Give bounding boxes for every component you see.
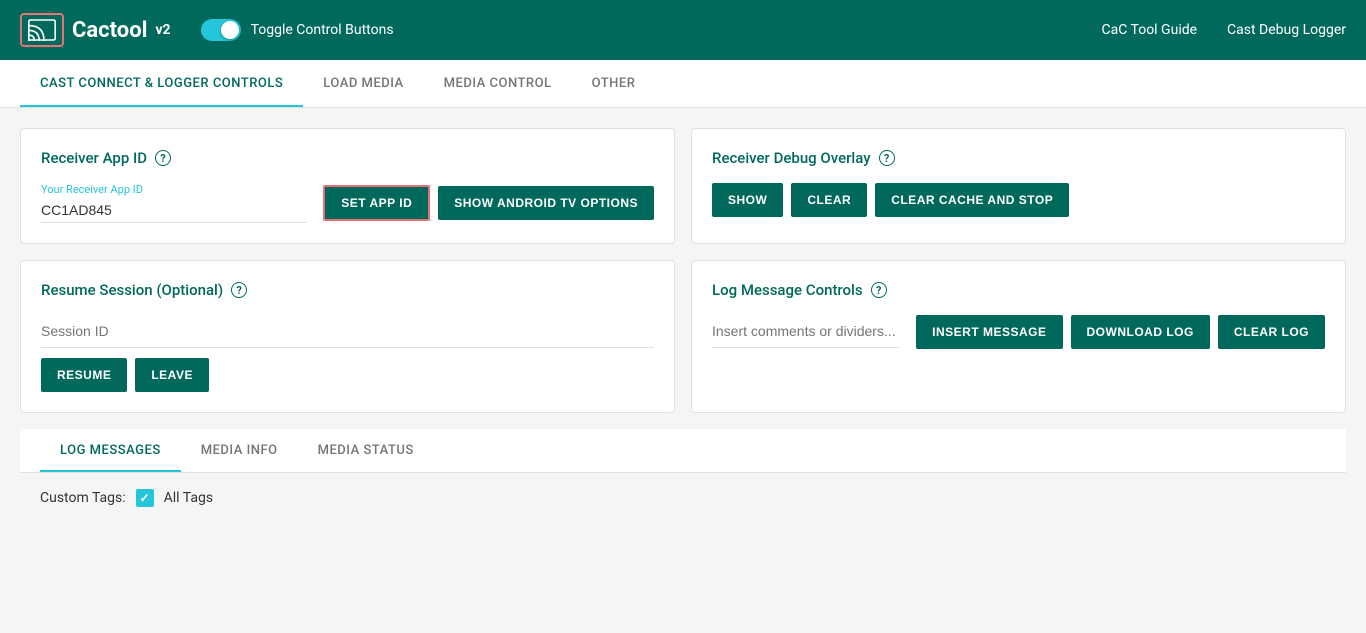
header: Cactool v2 Toggle Control Buttons CaC Too… (0, 0, 1366, 60)
receiver-app-id-help-icon[interactable]: ? (155, 150, 171, 166)
receiver-app-id-input[interactable] (41, 198, 307, 223)
download-log-button[interactable]: DOWNLOAD LOG (1071, 315, 1210, 349)
cac-tool-guide-link[interactable]: CaC Tool Guide (1102, 22, 1198, 38)
tab-other[interactable]: OTHER (572, 60, 656, 107)
logo-text: Cactool (72, 18, 147, 43)
insert-message-button[interactable]: INSERT MESSAGE (916, 315, 1062, 349)
resume-button[interactable]: RESUME (41, 358, 127, 392)
toggle-label: Toggle Control Buttons (251, 22, 394, 38)
tab-cast-connect-logger-controls[interactable]: CAST CONNECT & LOGGER CONTROLS (20, 60, 303, 107)
header-nav: CaC Tool Guide Cast Debug Logger (1102, 22, 1347, 38)
show-android-tv-options-button[interactable]: SHOW ANDROID TV OPTIONS (438, 186, 654, 220)
log-buttons-group: INSERT MESSAGE DOWNLOAD LOG CLEAR LOG (916, 315, 1325, 349)
cast-icon-wrapper[interactable] (20, 13, 64, 47)
top-tabs-bar: CAST CONNECT & LOGGER CONTROLS LOAD MEDI… (0, 60, 1366, 108)
all-tags-label: All Tags (164, 490, 213, 506)
clear-cache-and-stop-button[interactable]: CLEAR CACHE AND STOP (875, 183, 1069, 217)
leave-button[interactable]: LEAVE (135, 358, 209, 392)
set-app-id-button[interactable]: SET APP ID (323, 185, 430, 221)
resume-session-card: Resume Session (Optional) ? RESUME LEAVE (20, 260, 675, 413)
log-message-controls-card: Log Message Controls ? INSERT MESSAGE DO… (691, 260, 1346, 413)
receiver-app-id-card: Receiver App ID ? Your Receiver App ID S… (20, 128, 675, 244)
main-content: Receiver App ID ? Your Receiver App ID S… (0, 108, 1366, 527)
receiver-app-id-input-label: Your Receiver App ID (41, 183, 307, 196)
tab-media-control[interactable]: MEDIA CONTROL (424, 60, 572, 107)
bottom-cards-row: Resume Session (Optional) ? RESUME LEAVE… (20, 260, 1346, 413)
clear-log-button[interactable]: CLEAR LOG (1218, 315, 1325, 349)
session-id-input[interactable] (41, 315, 654, 348)
logo-version: v2 (155, 22, 170, 38)
receiver-app-id-input-group: Your Receiver App ID (41, 183, 307, 223)
receiver-app-id-title: Receiver App ID ? (41, 149, 654, 167)
receiver-debug-help-icon[interactable]: ? (879, 150, 895, 166)
logo: Cactool v2 (20, 13, 171, 47)
tab-log-messages[interactable]: LOG MESSAGES (40, 429, 181, 472)
log-message-controls-title: Log Message Controls ? (712, 281, 1325, 299)
bottom-tabs-bar: LOG MESSAGES MEDIA INFO MEDIA STATUS (20, 429, 1346, 473)
custom-tags-label: Custom Tags: (40, 490, 126, 506)
log-message-inner: INSERT MESSAGE DOWNLOAD LOG CLEAR LOG (712, 315, 1325, 358)
resume-session-help-icon[interactable]: ? (231, 282, 247, 298)
log-input-wrapper (712, 315, 900, 358)
cast-icon (28, 19, 56, 41)
tab-load-media[interactable]: LOAD MEDIA (303, 60, 423, 107)
receiver-app-buttons-group: SET APP ID SHOW ANDROID TV OPTIONS (323, 185, 654, 221)
all-tags-checkbox[interactable] (136, 489, 154, 507)
receiver-app-section: Your Receiver App ID SET APP ID SHOW AND… (41, 183, 654, 223)
tab-media-info[interactable]: MEDIA INFO (181, 429, 298, 472)
log-message-help-icon[interactable]: ? (871, 282, 887, 298)
tab-media-status[interactable]: MEDIA STATUS (298, 429, 434, 472)
toggle-control-buttons[interactable] (201, 19, 241, 41)
show-debug-button[interactable]: SHOW (712, 183, 783, 217)
cast-debug-logger-link[interactable]: Cast Debug Logger (1227, 22, 1346, 38)
receiver-debug-overlay-card: Receiver Debug Overlay ? SHOW CLEAR CLEA… (691, 128, 1346, 244)
top-cards-row: Receiver App ID ? Your Receiver App ID S… (20, 128, 1346, 244)
debug-buttons-group: SHOW CLEAR CLEAR CACHE AND STOP (712, 183, 1325, 217)
receiver-debug-overlay-title: Receiver Debug Overlay ? (712, 149, 1325, 167)
custom-tags-row: Custom Tags: All Tags (20, 489, 1346, 507)
toggle-area: Toggle Control Buttons (201, 19, 394, 41)
clear-debug-button[interactable]: CLEAR (791, 183, 867, 217)
resume-session-title: Resume Session (Optional) ? (41, 281, 654, 299)
session-buttons-group: RESUME LEAVE (41, 358, 654, 392)
log-comment-input[interactable] (712, 315, 900, 348)
